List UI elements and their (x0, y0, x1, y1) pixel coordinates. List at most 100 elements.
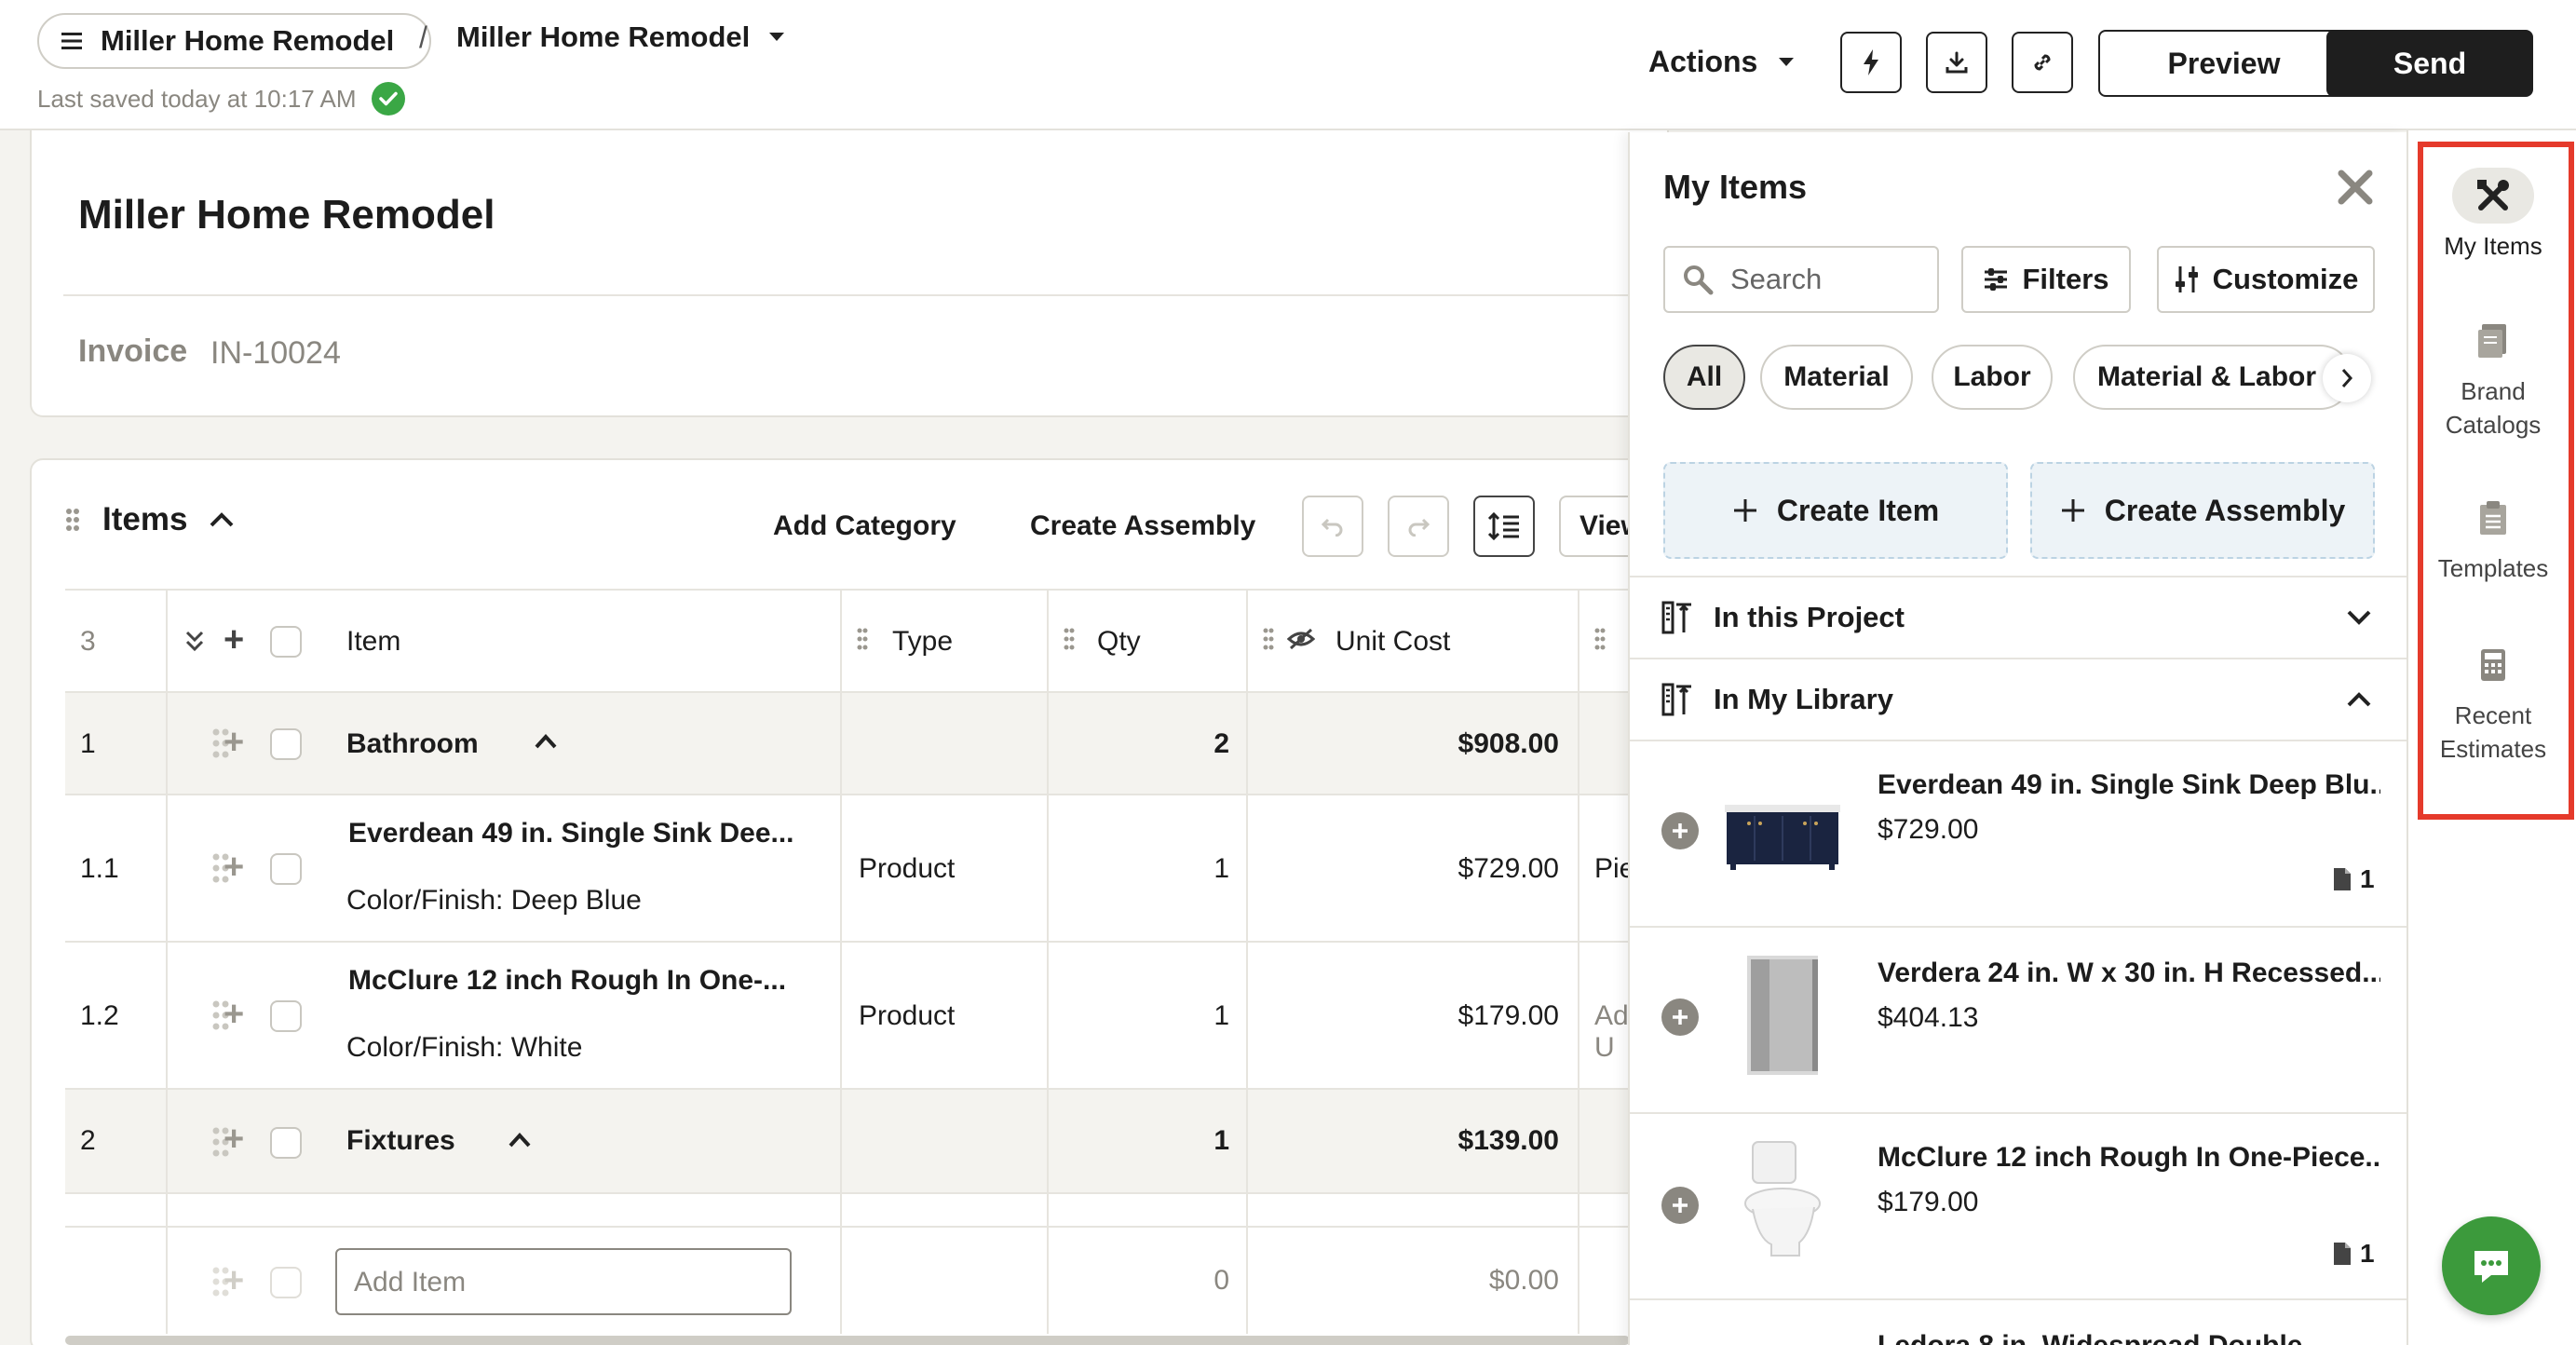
library-item[interactable]: Everdean 49 in. Single Sink Deep Blu... … (1630, 740, 2408, 926)
items-card: Items Add Category Create Assembly View … (30, 458, 1671, 1345)
plus-icon[interactable]: + (224, 1120, 244, 1160)
rail-item-templates[interactable]: Templates (2408, 490, 2576, 585)
horizontal-scrollbar[interactable] (65, 1336, 1630, 1345)
item-type[interactable]: Product (859, 1000, 955, 1032)
item-finish: Color/Finish: Deep Blue (346, 885, 642, 916)
add-to-estimate-button[interactable] (1661, 999, 1699, 1036)
item-unit-cost[interactable]: $729.00 (1246, 853, 1559, 885)
filters-button[interactable]: Filters (1961, 246, 2131, 313)
row-checkbox[interactable] (270, 1127, 302, 1159)
customize-icon (2175, 266, 2198, 292)
download-button[interactable] (1926, 32, 1987, 93)
divider (1246, 591, 1248, 693)
redo-button[interactable] (1388, 496, 1449, 557)
add-item-input[interactable]: Add Item (335, 1248, 792, 1315)
chat-button[interactable] (2442, 1216, 2541, 1315)
plus-icon[interactable]: + (224, 995, 244, 1035)
chevron-up-icon[interactable] (508, 1133, 531, 1148)
chips-scroll-right-button[interactable] (2323, 354, 2371, 402)
quick-action-button[interactable] (1840, 32, 1902, 93)
row-checkbox[interactable] (270, 728, 302, 760)
calculator-icon (2452, 637, 2534, 693)
drag-handle-icon[interactable] (857, 628, 868, 650)
item-qty[interactable]: 1 (1047, 853, 1229, 885)
filter-chip-all[interactable]: All (1663, 345, 1745, 410)
table-row[interactable]: 1.2 + McClure 12 inch Rough In One-... C… (65, 943, 1671, 1090)
library-item[interactable]: McClure 12 inch Rough In One-Piece... $1… (1630, 1112, 2408, 1298)
preview-button[interactable]: Preview (2098, 30, 2350, 97)
item-qty[interactable]: 1 (1047, 1000, 1229, 1032)
rail-item-brand-catalogs[interactable]: Brand Catalogs (2408, 313, 2576, 442)
drag-handle-icon[interactable] (1594, 628, 1606, 650)
chevron-up-icon[interactable] (210, 512, 234, 527)
send-button[interactable]: Send (2326, 30, 2533, 97)
items-section-title: Items (102, 501, 188, 537)
search-input[interactable]: Search (1663, 246, 1939, 313)
actions-dropdown[interactable]: Actions (1648, 45, 1795, 79)
add-to-estimate-button[interactable] (1661, 812, 1699, 849)
library-item[interactable]: Ledora 8 in. Widespread Double (1630, 1298, 2408, 1345)
hide-icon[interactable] (1287, 628, 1315, 650)
plus-icon[interactable]: + (224, 723, 244, 763)
rail-item-my-items[interactable]: My Items (2408, 168, 2576, 263)
add-category-button[interactable]: Add Category (773, 510, 956, 542)
table-row-group[interactable]: 2 + Fixtures 1 $139.00 (65, 1090, 1671, 1194)
filter-chip-material-labor[interactable]: Material & Labor (2073, 345, 2352, 410)
row-number: 1.1 (80, 853, 119, 884)
item-name[interactable]: Everdean 49 in. Single Sink Dee... (348, 818, 794, 849)
column-header-item[interactable]: Item (346, 626, 400, 658)
invoice-number[interactable]: IN-10024 (210, 335, 341, 372)
select-all-checkbox[interactable] (270, 626, 302, 658)
breadcrumb-project-dropdown[interactable]: Miller Home Remodel (456, 20, 785, 54)
filter-chip-material[interactable]: Material (1760, 345, 1913, 410)
table-row-group[interactable]: 1 + Bathroom 2 $908.00 (65, 693, 1671, 795)
item-name[interactable]: McClure 12 inch Rough In One-... (348, 965, 786, 997)
filter-chip-labor[interactable]: Labor (1932, 345, 2053, 410)
row-height-button[interactable] (1473, 496, 1535, 557)
row-number: 1.2 (80, 1000, 119, 1031)
drag-handle-icon[interactable] (1064, 628, 1075, 650)
library-item[interactable]: Verdera 24 in. W x 30 in. H Recessed... … (1630, 926, 2408, 1112)
copy-link-button[interactable] (2012, 32, 2073, 93)
chevron-up-icon[interactable] (535, 734, 557, 749)
breadcrumb-root-button[interactable]: Miller Home Remodel (37, 13, 432, 69)
drag-handle-icon[interactable] (1263, 628, 1274, 650)
close-icon[interactable] (2338, 170, 2373, 205)
divider (166, 591, 168, 693)
undo-button[interactable] (1302, 496, 1363, 557)
drag-handle-icon[interactable] (65, 508, 80, 532)
item-unit-cost[interactable]: $179.00 (1246, 1000, 1559, 1032)
plus-icon[interactable]: + (224, 848, 244, 888)
divider (840, 943, 842, 1090)
expand-icon[interactable] (184, 630, 205, 652)
section-in-my-library[interactable]: In My Library (1630, 658, 2408, 740)
add-to-estimate-button[interactable] (1661, 1187, 1699, 1224)
library-item-price: $404.13 (1878, 1002, 1979, 1033)
search-icon (1684, 265, 1714, 295)
document-title[interactable]: Miller Home Remodel (78, 192, 495, 238)
create-assembly-panel-button[interactable]: Create Assembly (2030, 462, 2375, 559)
column-header-qty[interactable]: Qty (1097, 626, 1141, 658)
redo-icon (1408, 518, 1430, 537)
group-name[interactable]: Fixtures (346, 1125, 455, 1157)
table-row[interactable]: 1.1 + Everdean 49 in. Single Sink Dee...… (65, 795, 1671, 943)
rail-item-recent-estimates[interactable]: Recent Estimates (2408, 637, 2576, 766)
customize-button[interactable]: Customize (2157, 246, 2375, 313)
divider (840, 1090, 842, 1194)
column-header-unit-cost[interactable]: Unit Cost (1335, 626, 1450, 658)
row-checkbox[interactable] (270, 853, 302, 885)
row-unit-cost: $908.00 (1457, 728, 1559, 759)
section-in-this-project[interactable]: In this Project (1630, 576, 2408, 658)
plus-icon (1733, 499, 1756, 522)
create-item-button[interactable]: Create Item (1663, 462, 2008, 559)
item-type[interactable]: Product (859, 853, 955, 885)
rail-item-label: Brand Catalogs (2445, 377, 2542, 439)
group-name[interactable]: Bathroom (346, 728, 479, 760)
project-icon (1661, 683, 1691, 716)
row-checkbox[interactable] (270, 1000, 302, 1032)
column-header-type[interactable]: Type (892, 626, 953, 658)
plus-icon[interactable]: + (224, 620, 244, 660)
row-checkbox (270, 1267, 302, 1298)
rail-item-label: My Items (2444, 232, 2542, 260)
create-assembly-button[interactable]: Create Assembly (1030, 510, 1255, 542)
